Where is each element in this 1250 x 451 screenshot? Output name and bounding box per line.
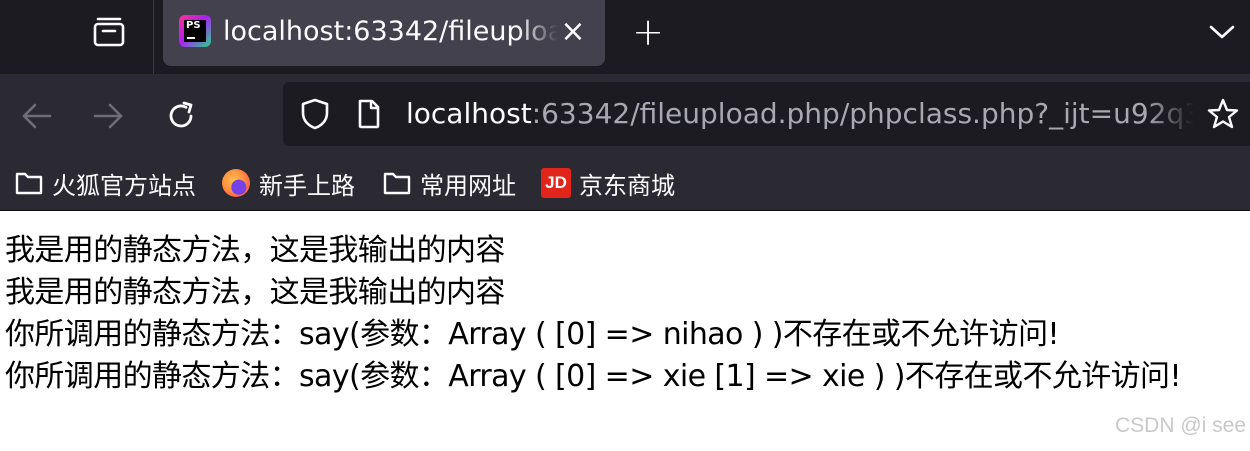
navigation-toolbar: localhost:63342/fileupload.php/phpclass.… <box>0 74 1250 156</box>
active-tab[interactable]: PS localhost:63342/fileupload.php/phpcla… <box>163 0 605 66</box>
tab-separator <box>153 0 154 74</box>
tab-strip: PS localhost:63342/fileupload.php/phpcla… <box>0 0 1250 74</box>
bookmark-label: 常用网址 <box>420 171 516 200</box>
bookmark-star-button[interactable] <box>1203 96 1243 132</box>
bookmark-label: 京东商城 <box>579 171 675 200</box>
tab-list-button[interactable] <box>88 12 130 52</box>
list-all-tabs-button[interactable] <box>1204 12 1240 52</box>
bookmark-label: 新手上路 <box>259 171 355 200</box>
bookmarks-toolbar: 火狐官方站点 新手上路 常用网址 JD 京东商城 <box>0 156 1250 211</box>
folder-icon <box>14 168 44 198</box>
shield-icon <box>301 98 329 130</box>
output-line: 我是用的静态方法，这是我输出的内容 <box>5 233 505 268</box>
arrow-right-icon <box>93 103 123 129</box>
chevron-down-icon <box>1209 25 1235 39</box>
folder-icon <box>382 168 412 198</box>
reload-button[interactable] <box>159 94 203 138</box>
reload-icon <box>169 101 193 128</box>
close-tab-button[interactable]: × <box>559 12 587 52</box>
favicon-text: PS <box>186 20 201 31</box>
phpstorm-icon: PS <box>179 15 211 47</box>
url-path: :63342/fileupload.php/phpclass.php?_ijt=… <box>531 97 1194 130</box>
jd-icon: JD <box>541 168 571 198</box>
tracking-protection-button[interactable] <box>297 96 333 132</box>
page-icon <box>358 99 380 129</box>
firefox-icon <box>221 168 251 198</box>
csdn-watermark: CSDN @i see <box>1114 414 1246 437</box>
bookmark-getting-started[interactable]: 新手上路 <box>221 164 355 202</box>
bookmark-label: 火狐官方站点 <box>52 171 196 200</box>
output-line: 你所调用的静态方法：say(参数：Array ( [0] => nihao ) … <box>5 317 1060 352</box>
address-bar[interactable]: localhost:63342/fileupload.php/phpclass.… <box>283 82 1250 146</box>
site-info-button[interactable] <box>353 96 385 132</box>
forward-button[interactable] <box>86 94 130 138</box>
output-line: 我是用的静态方法，这是我输出的内容 <box>5 275 505 310</box>
new-tab-button[interactable]: + <box>628 10 668 54</box>
arrow-left-icon <box>22 103 52 129</box>
page-content: 我是用的静态方法，这是我输出的内容 我是用的静态方法，这是我输出的内容 你所调用… <box>5 230 1245 398</box>
bookmark-jd-mall[interactable]: JD 京东商城 <box>541 164 675 202</box>
back-button[interactable] <box>15 94 59 138</box>
tab-list-icon <box>93 17 125 47</box>
url-field[interactable]: localhost:63342/fileupload.php/phpclass.… <box>406 92 1194 136</box>
tab-title: localhost:63342/fileupload.php/phpclass.… <box>223 16 558 47</box>
output-line: 你所调用的静态方法：say(参数：Array ( [0] => xie [1] … <box>5 359 1181 394</box>
star-icon <box>1207 98 1239 129</box>
url-host: localhost <box>406 97 532 130</box>
bookmark-common-sites[interactable]: 常用网址 <box>382 164 516 202</box>
bookmark-firefox-official[interactable]: 火狐官方站点 <box>14 164 196 202</box>
